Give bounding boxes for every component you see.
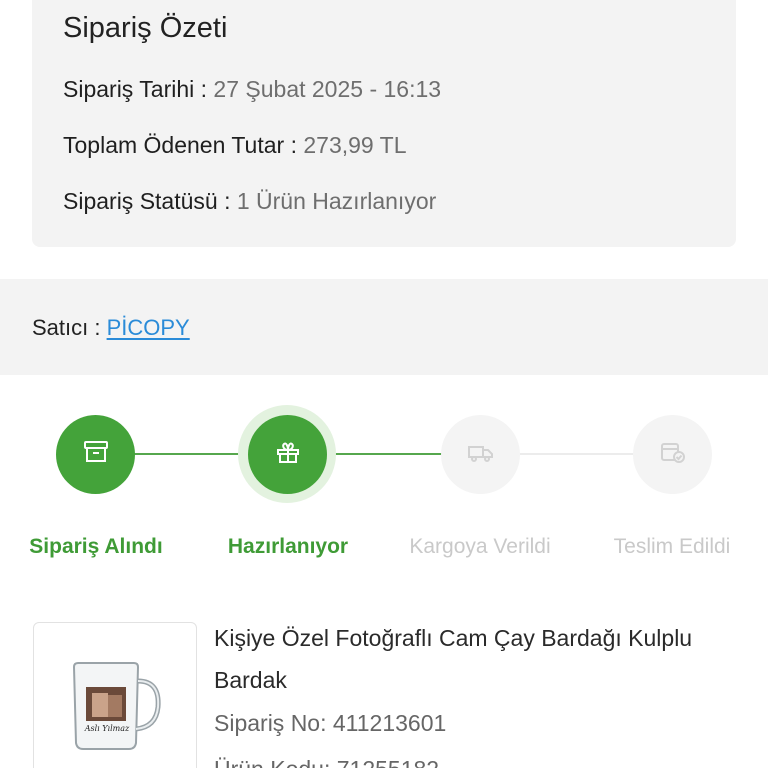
- delivery-truck-icon: [467, 441, 495, 468]
- glass-mug-photo-image: Aslı Yılmaz: [72, 662, 161, 750]
- seller-section: Satıcı : PİCOPY: [0, 279, 768, 375]
- total-paid-label: Toplam Ödenen Tutar :: [63, 132, 304, 158]
- svg-text:Aslı Yılmaz: Aslı Yılmaz: [84, 724, 130, 733]
- progress-line-1: [134, 453, 244, 455]
- order-summary-card: Sipariş Özeti Sipariş Tarihi : 27 Şubat …: [32, 0, 736, 247]
- step-preparing: [248, 415, 327, 494]
- order-progress-tracker: Sipariş Alındı Hazırlanıyor Kargoya Veri…: [0, 405, 768, 575]
- order-date-row: Sipariş Tarihi : 27 Şubat 2025 - 16:13: [63, 76, 441, 103]
- order-date-value: 27 Şubat 2025 - 16:13: [213, 76, 442, 102]
- seller-row: Satıcı : PİCOPY: [32, 315, 190, 341]
- order-status-label: Sipariş Statüsü :: [63, 188, 237, 214]
- total-paid-row: Toplam Ödenen Tutar : 273,99 TL: [63, 132, 407, 159]
- step-ordered: [56, 415, 135, 494]
- product-image[interactable]: Aslı Yılmaz: [33, 622, 197, 768]
- step-ordered-label: Sipariş Alındı: [29, 535, 163, 558]
- order-date-label: Sipariş Tarihi :: [63, 76, 214, 102]
- step-shipped: [441, 415, 520, 494]
- product-code: Ürün Kodu: 71255182: [214, 756, 439, 768]
- progress-line-3: [518, 453, 634, 455]
- step-delivered-label: Teslim Edildi: [613, 535, 731, 558]
- seller-label: Satıcı :: [32, 315, 107, 340]
- order-number: Sipariş No: 411213601: [214, 710, 447, 736]
- delivered-box-check-icon: [659, 440, 687, 469]
- gift-box-icon: [275, 440, 301, 469]
- summary-title: Sipariş Özeti: [63, 12, 228, 44]
- archive-box-icon: [83, 440, 109, 469]
- step-shipped-label: Kargoya Verildi: [409, 535, 551, 558]
- order-status-row: Sipariş Statüsü : 1 Ürün Hazırlanıyor: [63, 188, 436, 215]
- progress-line-2: [326, 453, 442, 455]
- order-status-value: 1 Ürün Hazırlanıyor: [236, 188, 437, 214]
- product-title[interactable]: Kişiye Özel Fotoğraflı Cam Çay Bardağı K…: [214, 617, 734, 701]
- total-paid-value: 273,99 TL: [303, 132, 407, 158]
- seller-link[interactable]: PİCOPY: [107, 315, 190, 340]
- step-preparing-label: Hazırlanıyor: [227, 535, 349, 558]
- step-delivered: [633, 415, 712, 494]
